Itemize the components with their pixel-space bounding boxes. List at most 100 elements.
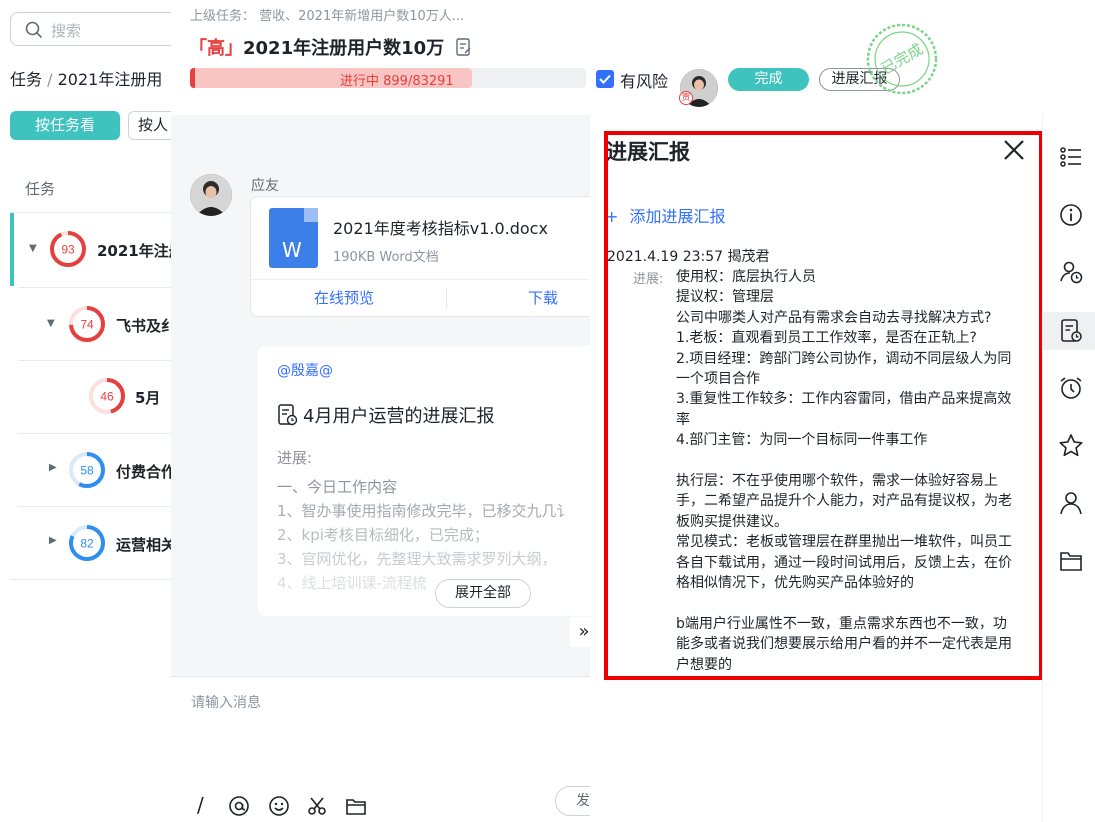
entry-line	[676, 451, 1026, 471]
entry-line: 板购买提供建议。	[676, 513, 788, 530]
progress-ring: 82	[69, 525, 105, 561]
task-title-text[interactable]: 2021年注册用户数10万	[243, 38, 444, 59]
entry-line: 提议权：管理层	[676, 289, 774, 306]
file-message-card[interactable]: W 2021年度考核指标v1.0.docx 190KB Word文档 在线预览 …	[250, 196, 611, 317]
scissors-icon[interactable]	[306, 795, 328, 817]
task-title: 「高」2021年注册用户数10万	[189, 34, 472, 60]
progress-value: 58	[80, 464, 94, 478]
entry-line: 能多或者说我们想要展示给用户看的并不一定代表是用	[676, 636, 1012, 653]
add-progress-report-link[interactable]: + 添加进展汇报	[605, 203, 726, 227]
entry-line: 执行层：不在乎使用哪个软件，需求一体验好容易上	[676, 473, 998, 490]
at-mention-icon[interactable]	[228, 795, 250, 817]
entry-line: 率	[676, 411, 690, 428]
report-line: 3、官网优化，先整理大致需求罗列大纲，	[277, 550, 557, 568]
column-header-task: 任务	[25, 180, 56, 198]
report-doc-icon	[278, 404, 298, 426]
progress-report-icon[interactable]	[1057, 317, 1085, 345]
divider	[251, 279, 611, 280]
download-link[interactable]: 下载	[528, 287, 558, 308]
panel-title: 进展汇报	[606, 140, 690, 164]
progress-ring: 46	[89, 378, 125, 414]
expand-all-button[interactable]: 展开全部	[435, 579, 531, 608]
task-row[interactable]: ▶ 82 运营相关	[0, 507, 177, 577]
preview-online-link[interactable]: 在线预览	[314, 287, 374, 308]
completed-stamp-icon: 已完成	[866, 23, 938, 95]
task-row[interactable]: ▼ 74 飞书及纟	[0, 288, 177, 358]
risk-checkbox[interactable]	[596, 70, 614, 88]
report-message-card[interactable]: @殷嘉@ 4月用户运营的进展汇报 进展: 一、今日工作内容 1、智办事使用指南修…	[258, 346, 610, 616]
task-row[interactable]: ▼ 93 2021年注册	[0, 214, 184, 284]
progress-value: 93	[61, 243, 75, 257]
assignee-clock-icon[interactable]	[1057, 258, 1085, 286]
file-name[interactable]: 2021年度考核指标v1.0.docx	[333, 215, 548, 239]
entry-line: 一个项目合作	[676, 371, 760, 388]
close-icon[interactable]	[1001, 137, 1027, 163]
task-row[interactable]: ▶ 58 付费合作	[0, 434, 177, 504]
sender-name: 应友	[251, 178, 279, 194]
progress-edge	[190, 68, 195, 88]
entry-meta: 2021.4.19 23:57 揭茂君	[607, 249, 770, 265]
stamp-text: 已完成	[878, 40, 926, 78]
entry-line: 2.项目经理：跨部门跨公司协作，调动不同层级人为同	[676, 350, 1012, 367]
report-line: 4、线上培训课-流程梳	[277, 574, 427, 592]
risk-label[interactable]: 有风险	[620, 68, 668, 92]
entry-line: 常见模式：老板或管理层在群里抛出一堆软件，叫员工	[676, 534, 1012, 551]
word-file-icon: W	[269, 208, 318, 268]
entry-line	[676, 593, 1026, 613]
caret-right-icon[interactable]: ▶	[49, 535, 57, 546]
info-icon[interactable]	[1057, 201, 1085, 229]
plus-icon: +	[605, 207, 619, 226]
star-icon[interactable]	[1057, 432, 1085, 460]
breadcrumb-root[interactable]: 任务	[10, 70, 42, 89]
assignee-badge: 责	[679, 91, 693, 105]
report-line: 1、智办事使用指南修改完毕，已移交九几讠	[277, 502, 572, 520]
entry-line: 公司中哪类人对产品有需求会自动去寻找解决方式?	[676, 309, 992, 326]
complete-button[interactable]: 完成	[728, 68, 809, 91]
mention-tag[interactable]: @殷嘉@	[277, 360, 333, 380]
progress-value: 46	[100, 390, 114, 404]
app-window: { "left": { "search_placeholder": "搜索", …	[0, 0, 1095, 822]
search-input[interactable]: 搜索	[10, 12, 190, 46]
folder-icon[interactable]	[1057, 547, 1085, 575]
message-placeholder: 请输入消息	[191, 695, 261, 711]
entry-line: 手，二希望产品提升个人能力，对产品有提议权，为老	[676, 493, 1012, 510]
caret-down-icon[interactable]: ▼	[47, 318, 55, 329]
entry-line: b端用户行业属性不一致，重点需求东西也不一致，功	[676, 615, 1007, 632]
report-line: 进展:	[277, 449, 313, 467]
entry-line: 户想要的	[676, 656, 732, 673]
breadcrumb-separator: /	[47, 70, 53, 89]
report-line: 一、今日工作内容	[277, 478, 398, 496]
sender-avatar[interactable]	[190, 174, 232, 216]
progress-ring: 58	[69, 452, 105, 488]
person-photo-icon	[190, 174, 232, 216]
progress-value: 74	[80, 318, 94, 332]
emoji-icon[interactable]	[268, 795, 290, 817]
alarm-icon[interactable]	[1057, 374, 1085, 402]
slash-command-icon[interactable]: /	[197, 793, 204, 817]
progress-ring: 74	[69, 306, 105, 342]
report-line: 2、kpi考核目标细化，已完成；	[277, 526, 489, 544]
progress-bar: 进行中 899/83291	[190, 68, 586, 89]
add-label: 添加进展汇报	[629, 207, 726, 226]
view-by-task-button[interactable]: 按任务看	[10, 111, 120, 140]
folder-icon[interactable]	[345, 795, 367, 817]
priority-tag[interactable]: 「高」	[189, 38, 243, 59]
task-row[interactable]: 46 5月	[0, 361, 175, 431]
caret-down-icon[interactable]: ▼	[29, 243, 37, 254]
caret-right-icon[interactable]: ▶	[49, 462, 57, 473]
task-label: 付费合作	[116, 463, 177, 481]
task-label: 飞书及纟	[116, 317, 177, 335]
subtask-list-icon[interactable]	[1057, 143, 1085, 171]
divider	[10, 212, 180, 213]
check-icon	[599, 74, 611, 84]
task-label: 运营相关	[116, 536, 177, 554]
person-icon[interactable]	[1057, 489, 1085, 517]
entry-line: 使用权：底层执行人员	[676, 269, 816, 285]
entry-line: 1.老板：直观看到员工工作效率，是否在正轨上?	[676, 330, 977, 347]
task-label: 5月	[135, 389, 161, 407]
breadcrumb-current: 2021年注册用	[57, 70, 163, 89]
breadcrumb: 任务 / 2021年注册用	[10, 66, 162, 90]
edit-doc-icon[interactable]	[456, 38, 472, 56]
parent-task[interactable]: 上级任务： 营收、2021年新增用户数10万人...	[190, 5, 464, 24]
progress-text: 进行中 899/83291	[340, 74, 454, 89]
